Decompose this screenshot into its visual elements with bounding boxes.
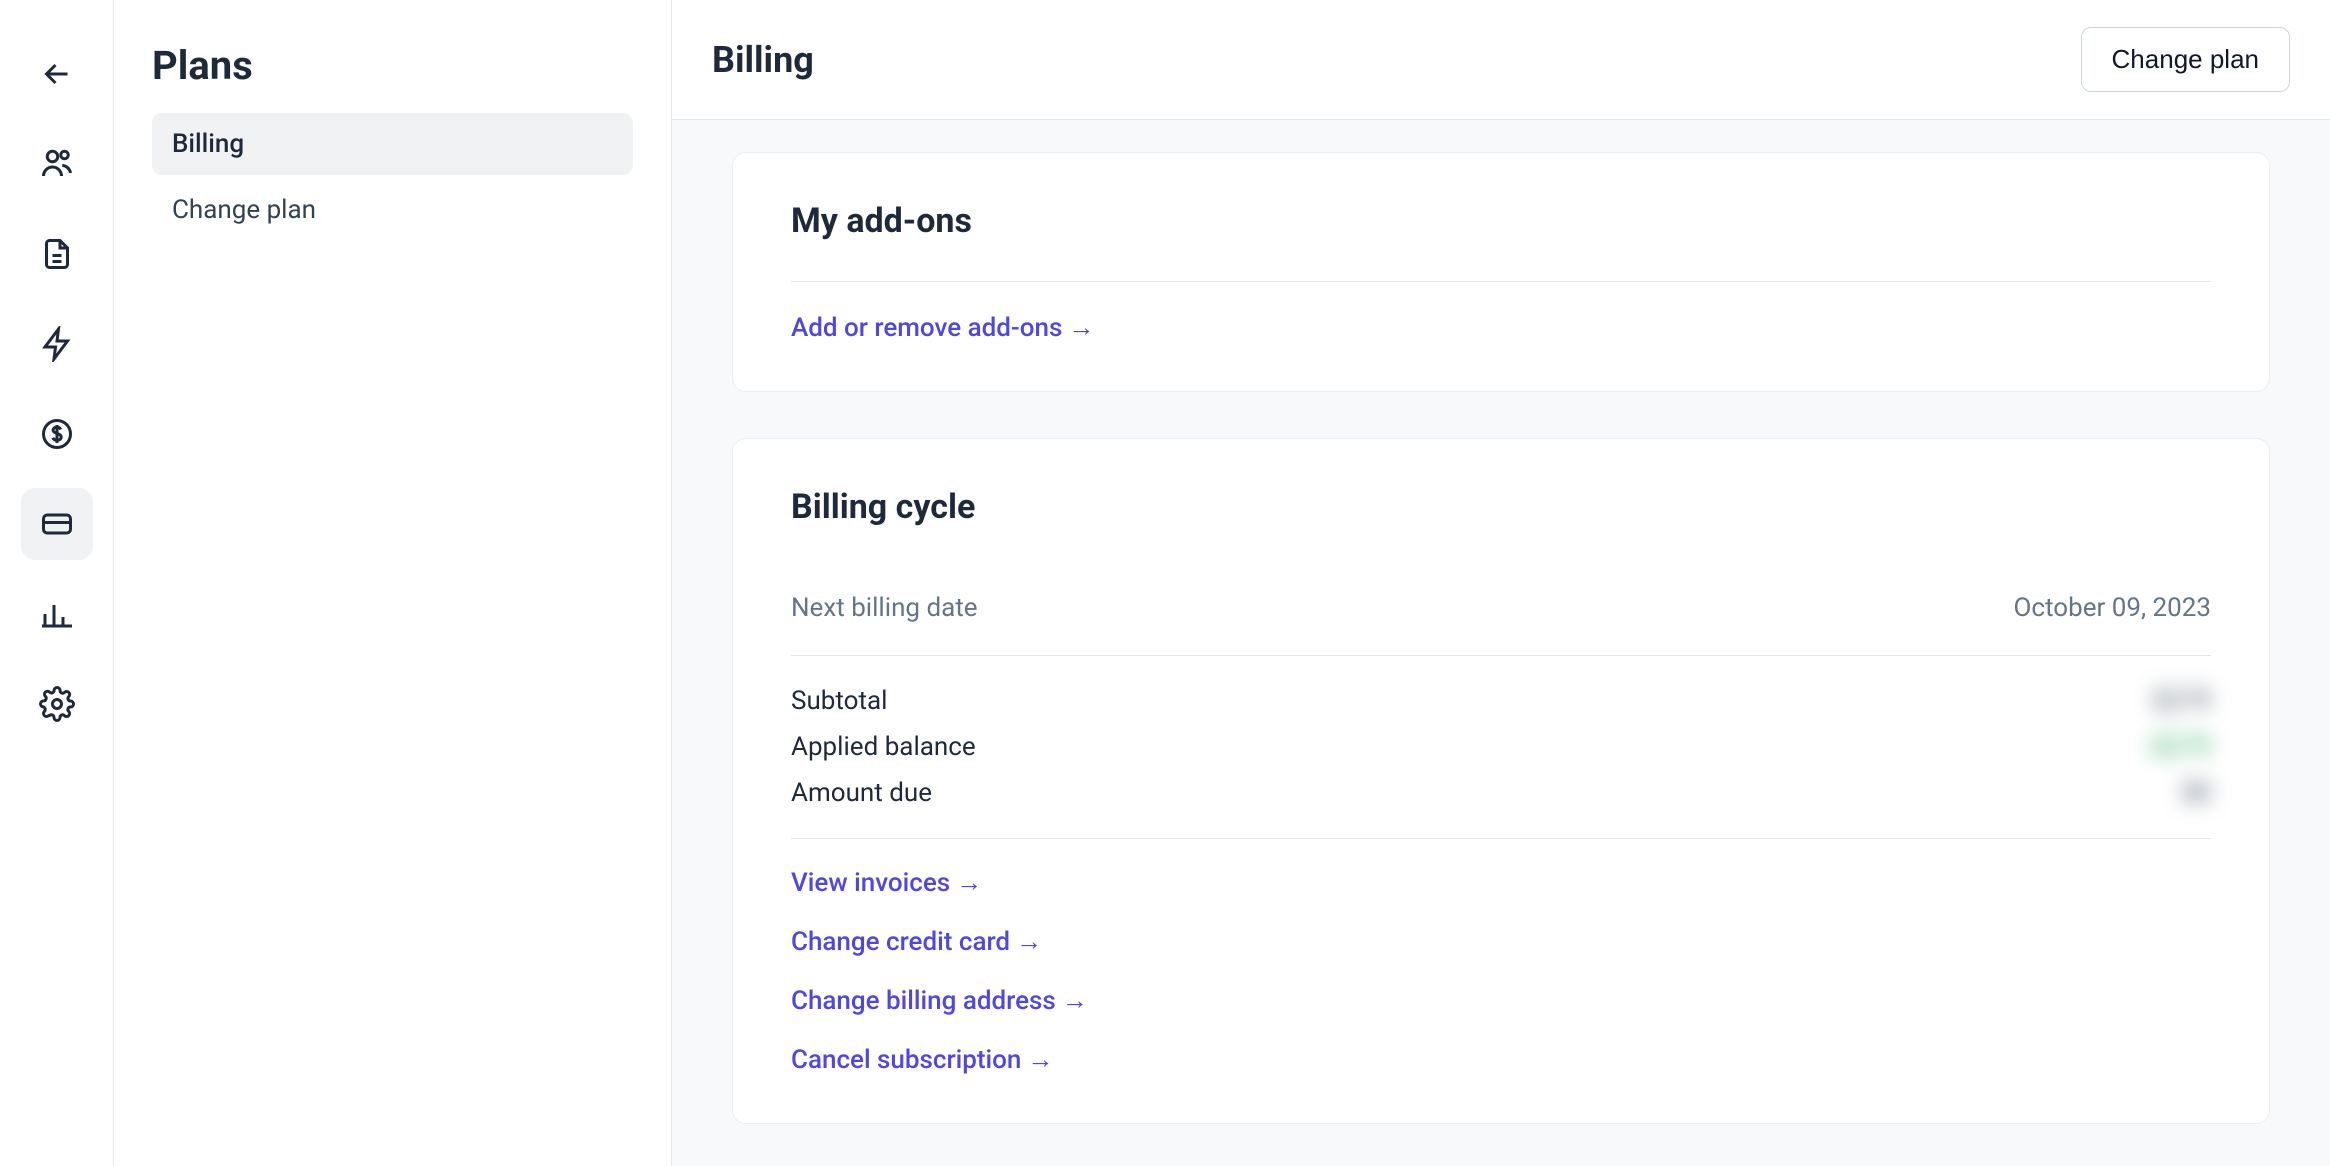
arrow-right-icon: →	[1068, 312, 1094, 343]
divider	[791, 281, 2211, 282]
content-area: My add-ons Add or remove add-ons → Billi…	[672, 120, 2330, 1166]
bar-chart-icon	[39, 596, 75, 632]
page-title: Billing	[712, 39, 814, 81]
nav-billing[interactable]	[21, 488, 93, 560]
arrow-right-icon: →	[1027, 1044, 1053, 1075]
arrow-right-icon: →	[1062, 985, 1088, 1016]
subtotal-label: Subtotal	[791, 686, 887, 716]
nav-users[interactable]	[21, 128, 93, 200]
dollar-circle-icon	[39, 416, 75, 452]
change-plan-button[interactable]: Change plan	[2081, 27, 2290, 92]
gear-icon	[39, 686, 75, 722]
amount-due-label: Amount due	[791, 778, 932, 808]
nav-pricing[interactable]	[21, 398, 93, 470]
sidebar-item-label: Billing	[172, 129, 244, 159]
topbar: Billing Change plan	[672, 0, 2330, 120]
sidebar-title: Plans	[152, 42, 633, 89]
add-remove-addons-link[interactable]: Add or remove add-ons →	[791, 312, 1094, 343]
addons-title: My add-ons	[791, 201, 2211, 241]
link-label: Change credit card	[791, 927, 1010, 957]
amount-due-row: Amount due $0	[791, 770, 2211, 816]
next-billing-label: Next billing date	[791, 593, 978, 623]
nav-settings[interactable]	[21, 668, 93, 740]
applied-balance-value: -$279	[2145, 732, 2211, 762]
applied-balance-label: Applied balance	[791, 732, 976, 762]
arrow-left-icon	[39, 56, 75, 92]
cancel-subscription-link[interactable]: Cancel subscription →	[791, 1044, 1053, 1075]
billing-actions: View invoices → Change credit card → Cha…	[791, 839, 2211, 1075]
back-button[interactable]	[21, 38, 93, 110]
sidebar: Plans Billing Change plan	[114, 0, 672, 1166]
billing-cycle-title: Billing cycle	[791, 487, 2211, 527]
subtotal-value: $279	[2153, 686, 2211, 716]
billing-cycle-card: Billing cycle Next billing date October …	[732, 438, 2270, 1124]
amount-due-value: $0	[2182, 778, 2211, 808]
link-label: View invoices	[791, 868, 950, 898]
next-billing-value: October 09, 2023	[2014, 593, 2211, 623]
arrow-right-icon: →	[1016, 926, 1042, 957]
document-icon	[39, 236, 75, 272]
main: Billing Change plan My add-ons Add or re…	[672, 0, 2330, 1166]
link-label: Add or remove add-ons	[791, 313, 1062, 343]
subtotal-row: Subtotal $279	[791, 678, 2211, 724]
sidebar-item-label: Change plan	[172, 195, 316, 225]
sidebar-item-billing[interactable]: Billing	[152, 113, 633, 175]
icon-rail	[0, 0, 114, 1166]
view-invoices-link[interactable]: View invoices →	[791, 867, 982, 898]
nav-documents[interactable]	[21, 218, 93, 290]
nav-activity[interactable]	[21, 308, 93, 380]
change-billing-address-link[interactable]: Change billing address →	[791, 985, 1088, 1016]
next-billing-row: Next billing date October 09, 2023	[791, 567, 2211, 655]
link-label: Change billing address	[791, 986, 1056, 1016]
applied-balance-row: Applied balance -$279	[791, 724, 2211, 770]
change-credit-card-link[interactable]: Change credit card →	[791, 926, 1042, 957]
credit-card-icon	[39, 506, 75, 542]
lightning-icon	[39, 326, 75, 362]
nav-analytics[interactable]	[21, 578, 93, 650]
sidebar-item-change-plan[interactable]: Change plan	[152, 179, 633, 241]
link-label: Cancel subscription	[791, 1045, 1021, 1075]
users-icon	[39, 146, 75, 182]
arrow-right-icon: →	[956, 867, 982, 898]
addons-card: My add-ons Add or remove add-ons →	[732, 152, 2270, 392]
